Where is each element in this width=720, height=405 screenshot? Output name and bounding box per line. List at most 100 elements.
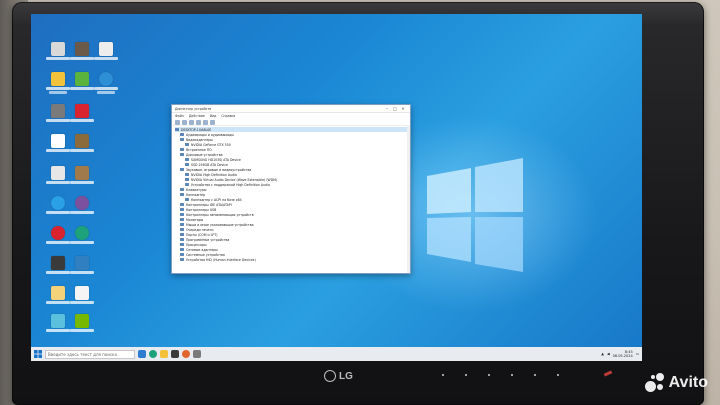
bezel-button[interactable] [557, 374, 559, 376]
device-tree-label: Очереди печати [186, 227, 214, 232]
desktop-icon-app[interactable] [46, 166, 70, 192]
desktop-icon-opera[interactable] [46, 226, 70, 252]
desktop-icon-document[interactable] [70, 286, 94, 312]
window-title-bar[interactable]: Диспетчер устройств – □ × [172, 105, 410, 113]
file-explorer-icon[interactable] [160, 350, 168, 358]
desktop-icon-app[interactable] [46, 314, 70, 340]
bezel-button[interactable] [511, 374, 513, 376]
bezel-button[interactable] [534, 374, 536, 376]
device-icon [180, 133, 184, 136]
scan-icon[interactable] [203, 120, 208, 125]
desktop-icon-app[interactable] [70, 256, 94, 282]
bezel-button[interactable] [488, 374, 490, 376]
store-icon[interactable] [171, 350, 179, 358]
desktop-icon-app[interactable] [46, 134, 70, 160]
device-tree-label: Мониторы [186, 217, 204, 222]
back-icon[interactable] [175, 120, 180, 125]
desktop-icon-viber[interactable] [70, 196, 94, 222]
close-button[interactable]: × [399, 106, 407, 111]
desktop-icon-app[interactable] [94, 42, 118, 68]
desktop-icon-app[interactable] [46, 72, 70, 98]
task-view-icon[interactable] [138, 350, 146, 358]
properties-icon[interactable] [189, 120, 194, 125]
window-title: Диспетчер устройств [175, 106, 212, 111]
device-icon [180, 258, 184, 261]
device-manager-taskbar-icon[interactable] [193, 350, 201, 358]
device-icon [180, 148, 184, 151]
device-icon [175, 128, 179, 131]
device-tree-label: Дисковые устройства [186, 152, 223, 157]
taskbar: Введите здесь текст для поиска ▲ ◀ 8:45 … [31, 347, 642, 361]
help-icon[interactable] [196, 120, 201, 125]
device-tree-label: Звуковые, игровые и видеоустройства [186, 167, 252, 172]
device-tree-label: Программные устройства [186, 237, 230, 242]
desktop-icon-app[interactable] [46, 256, 70, 282]
device-tree-label: DESKTOP-1OA6L0E [181, 127, 212, 132]
desktop-icon-recycle-bin[interactable] [46, 42, 70, 68]
device-icon [180, 218, 184, 221]
notifications-icon[interactable]: ▭ [636, 352, 639, 356]
clock[interactable]: 8:45 08.05.2024 [613, 350, 633, 358]
monitor-icon[interactable] [210, 120, 215, 125]
vertical-scrollbar[interactable] [407, 126, 410, 273]
desktop-icon-app[interactable] [46, 196, 70, 222]
device-icon [180, 138, 184, 141]
minimize-button[interactable]: – [383, 106, 391, 111]
device-icon [180, 238, 184, 241]
device-icon [180, 253, 184, 256]
desktop-icon-edge[interactable] [94, 72, 118, 98]
device-tree-label: SSD 256GB ATA Device [191, 162, 228, 167]
menu-help[interactable]: Справка [221, 114, 235, 118]
device-icon [180, 213, 184, 216]
taskbar-search-input[interactable]: Введите здесь текст для поиска [45, 349, 135, 359]
search-placeholder: Введите здесь текст для поиска [48, 351, 117, 357]
desktop-icon-pdf[interactable] [70, 104, 94, 130]
device-tree-label: Клавиатуры [186, 187, 207, 192]
device-tree-label: Компьютер [186, 192, 206, 197]
device-icon [180, 203, 184, 206]
volume-icon[interactable]: ◀ [607, 352, 610, 356]
desktop-icon-app[interactable] [70, 72, 94, 98]
maximize-button[interactable]: □ [391, 106, 399, 111]
bezel-buttons [442, 374, 559, 376]
lg-logo-icon [324, 370, 336, 382]
desktop-icon-edge[interactable] [70, 226, 94, 252]
device-icon [180, 243, 184, 246]
device-icon [180, 193, 184, 196]
device-icon [180, 223, 184, 226]
watermark-text: Avito [668, 374, 708, 391]
desktop-icon-nvidia[interactable] [70, 314, 94, 340]
desktop-icon-app[interactable] [70, 134, 94, 160]
desktop-icon-app[interactable] [46, 104, 70, 130]
device-tree-label: Встроенное ПО [186, 147, 212, 152]
device-manager-window[interactable]: Диспетчер устройств – □ × Файл Действие … [171, 104, 411, 274]
device-icon [180, 153, 184, 156]
device-icon [185, 183, 189, 186]
device-tree-label: Контроллеры USB [186, 207, 217, 212]
bezel-button[interactable] [465, 374, 467, 376]
avito-logo-icon [644, 373, 665, 393]
device-tree-item[interactable]: Устройства HID (Human Interface Devices) [175, 257, 407, 262]
desktop-icon-app[interactable] [70, 166, 94, 192]
menu-view[interactable]: Вид [210, 114, 216, 118]
network-icon[interactable]: ▲ [601, 352, 604, 356]
device-tree[interactable]: DESKTOP-1OA6L0E Аудиовходы и аудиовыходы В… [172, 126, 410, 273]
windows-start-icon[interactable] [34, 350, 42, 358]
desktop-icon-app[interactable] [70, 42, 94, 68]
device-tree-label: Мыши и иные указывающие устройства [186, 222, 254, 227]
browser-icon[interactable] [182, 350, 190, 358]
lg-logo: LG [324, 370, 353, 382]
device-tree-label: Процессоры [186, 242, 207, 247]
bezel-button[interactable] [442, 374, 444, 376]
lg-monitor: Диспетчер устройств – □ × Файл Действие … [12, 2, 704, 405]
device-icon [185, 163, 189, 166]
desktop-icon-folder[interactable] [46, 286, 70, 312]
menu-file[interactable]: Файл [175, 114, 184, 118]
forward-icon[interactable] [182, 120, 187, 125]
menu-action[interactable]: Действие [189, 114, 205, 118]
desktop-screen: Диспетчер устройств – □ × Файл Действие … [31, 14, 642, 361]
device-icon [185, 198, 189, 201]
edge-icon[interactable] [149, 350, 157, 358]
device-icon [180, 233, 184, 236]
device-tree-label: Сетевые адаптеры [186, 247, 218, 252]
